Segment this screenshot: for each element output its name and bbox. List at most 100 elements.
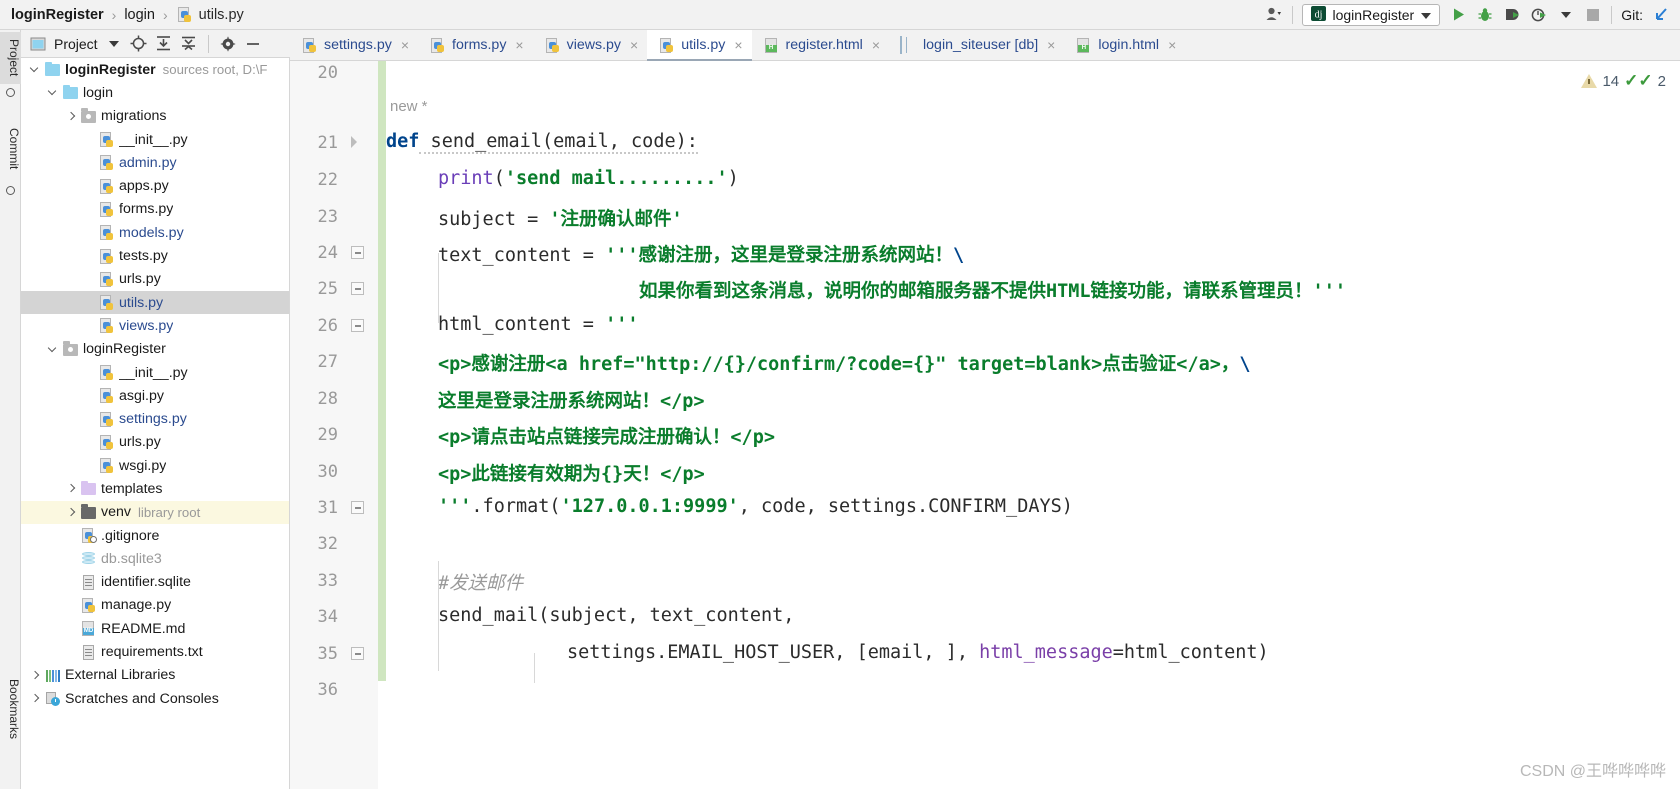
- tree-item-migrations[interactable]: migrations: [21, 105, 289, 128]
- locate-target-icon[interactable]: [130, 35, 148, 53]
- tree-item-admin-py[interactable]: admin.py: [21, 151, 289, 174]
- chevron-right-icon[interactable]: [29, 692, 42, 705]
- editor-tab-login-siteuser-db-[interactable]: login_siteuser [db] ×: [889, 30, 1064, 60]
- folder-blue-icon: [44, 61, 61, 78]
- editor-tab-views-py[interactable]: views.py ×: [533, 30, 648, 60]
- tree-item-urls-py[interactable]: urls.py: [21, 431, 289, 454]
- tree-item-forms-py[interactable]: forms.py: [21, 198, 289, 221]
- tree-item-loginregister[interactable]: loginRegister sources root, D:\F: [21, 58, 289, 81]
- run-play-icon[interactable]: [1449, 6, 1467, 24]
- close-icon[interactable]: ×: [1044, 37, 1055, 53]
- tree-item-utils-py[interactable]: utils.py: [21, 290, 289, 315]
- chevron-down-icon[interactable]: [105, 35, 123, 53]
- tree-item--init-py[interactable]: __init__.py: [21, 361, 289, 384]
- tree-item-views-py[interactable]: views.py: [21, 314, 289, 337]
- collapse-all-icon[interactable]: [180, 35, 198, 53]
- code-fold-marker[interactable]: [351, 501, 364, 514]
- tree-item-label: identifier.sqlite: [101, 574, 191, 591]
- tree-item-settings-py[interactable]: settings.py: [21, 407, 289, 430]
- tool-tab-bookmarks[interactable]: Bookmarks: [0, 666, 21, 752]
- tree-item-requirements-txt[interactable]: requirements.txt: [21, 640, 289, 663]
- tree-item--init-py[interactable]: __init__.py: [21, 128, 289, 151]
- close-icon[interactable]: ×: [627, 37, 638, 53]
- chevron-down-icon[interactable]: [47, 343, 60, 356]
- code-fold-marker[interactable]: [351, 246, 364, 259]
- line-number: 32: [317, 534, 338, 554]
- tree-item-templates[interactable]: templates: [21, 477, 289, 500]
- tree-item-urls-py[interactable]: urls.py: [21, 268, 289, 291]
- folder-purple-icon: [80, 480, 97, 497]
- tree-item-label: urls.py: [119, 271, 161, 288]
- editor-tab-register-html[interactable]: Hregister.html ×: [752, 30, 889, 60]
- user-account-icon[interactable]: [1265, 6, 1283, 24]
- editor-tab-forms-py[interactable]: forms.py ×: [418, 30, 533, 60]
- close-icon[interactable]: ×: [1165, 37, 1176, 53]
- chevron-right-icon[interactable]: [65, 506, 78, 519]
- tree-item-identifier-sqlite[interactable]: identifier.sqlite: [21, 571, 289, 594]
- close-icon[interactable]: ×: [512, 37, 523, 53]
- line-number: 33: [317, 571, 338, 591]
- python-file-icon: [544, 37, 561, 54]
- tree-item-apps-py[interactable]: apps.py: [21, 174, 289, 197]
- editor-gutter[interactable]: 20 21 22 23 24 25 26 27 28 29 30 31 32 33 34 35 36: [290, 61, 378, 789]
- project-tree[interactable]: loginRegister sources root, D:\F login migr…: [21, 58, 290, 789]
- close-icon[interactable]: ×: [731, 37, 742, 53]
- tree-item-scratches-and-consoles[interactable]: Scratches and Consoles: [21, 687, 289, 710]
- tree-item-label: admin.py: [119, 154, 177, 171]
- run-configuration-selector[interactable]: dj loginRegister: [1301, 3, 1441, 26]
- code-line-31: '''.format('127.0.0.1:9999', code, setti…: [438, 496, 1073, 517]
- inspection-status[interactable]: 14 ✓✓ 2: [1581, 71, 1666, 91]
- code-fold-marker[interactable]: [351, 647, 364, 660]
- code-string-send-mail: 'send mail.........': [504, 168, 728, 189]
- editor-tab-login-html[interactable]: Hlogin.html ×: [1064, 30, 1185, 60]
- code-content[interactable]: new * def send_email(email, code): print…: [386, 61, 1680, 789]
- close-icon[interactable]: ×: [869, 37, 880, 53]
- code-kwarg-value: =html_content): [1112, 642, 1269, 663]
- editor-tab-utils-py[interactable]: utils.py ×: [647, 30, 752, 61]
- tool-tab-project[interactable]: Project: [0, 32, 21, 84]
- chevron-right-icon[interactable]: [65, 110, 78, 123]
- chevron-down-icon[interactable]: [47, 86, 60, 99]
- python-file-icon: [98, 131, 115, 148]
- run-coverage-icon[interactable]: [1503, 6, 1521, 24]
- profiler-icon[interactable]: [1530, 6, 1548, 24]
- tree-item-label: apps.py: [119, 178, 169, 195]
- breadcrumb-item-project[interactable]: loginRegister: [7, 7, 108, 23]
- code-fold-marker[interactable]: [351, 282, 364, 295]
- git-update-arrow-icon[interactable]: [1652, 6, 1670, 24]
- tree-item-db-sqlite3[interactable]: db.sqlite3: [21, 547, 289, 570]
- tree-item-readme-md[interactable]: MD README.md: [21, 617, 289, 640]
- tree-item-models-py[interactable]: models.py: [21, 221, 289, 244]
- editor-tab-settings-py[interactable]: settings.py ×: [290, 30, 418, 60]
- tree-item-tests-py[interactable]: tests.py: [21, 244, 289, 267]
- python-file-icon: [98, 411, 115, 428]
- chevron-right-icon[interactable]: [29, 669, 42, 682]
- tree-item-label: External Libraries: [65, 667, 176, 684]
- code-fold-marker[interactable]: [351, 136, 364, 149]
- settings-gear-icon[interactable]: [219, 35, 237, 53]
- code-var-text-content: text_content =: [438, 245, 606, 266]
- breadcrumb-item-login[interactable]: login: [120, 7, 159, 23]
- tree-item-manage-py[interactable]: manage.py: [21, 594, 289, 617]
- tool-tab-commit[interactable]: Commit: [0, 118, 21, 180]
- tree-arrow-spacer: [65, 599, 78, 612]
- chevron-down-icon[interactable]: [29, 63, 42, 76]
- hide-minus-icon[interactable]: [244, 35, 262, 53]
- tree-item-asgi-py[interactable]: asgi.py: [21, 384, 289, 407]
- tree-item-external-libraries[interactable]: External Libraries: [21, 664, 289, 687]
- tree-item-wsgi-py[interactable]: wsgi.py: [21, 454, 289, 477]
- expand-all-icon[interactable]: [155, 35, 173, 53]
- tree-item-venv[interactable]: venv library root: [21, 500, 289, 524]
- debug-bug-icon[interactable]: [1476, 6, 1494, 24]
- close-icon[interactable]: ×: [398, 37, 409, 53]
- breadcrumb-item-file[interactable]: utils.py: [199, 7, 244, 23]
- chevron-right-icon[interactable]: [65, 482, 78, 495]
- tree-item--gitignore[interactable]: .gitignore: [21, 524, 289, 547]
- tree-item-loginregister[interactable]: loginRegister: [21, 338, 289, 361]
- tree-item-login[interactable]: login: [21, 81, 289, 104]
- stop-square-icon[interactable]: [1584, 6, 1602, 24]
- code-editor[interactable]: 20 21 22 23 24 25 26 27 28 29 30 31 32 33 34 35 36 new *…: [290, 61, 1680, 789]
- tree-item-label: views.py: [119, 317, 174, 334]
- code-fold-marker[interactable]: [351, 319, 364, 332]
- chevron-down-icon[interactable]: [1557, 6, 1575, 24]
